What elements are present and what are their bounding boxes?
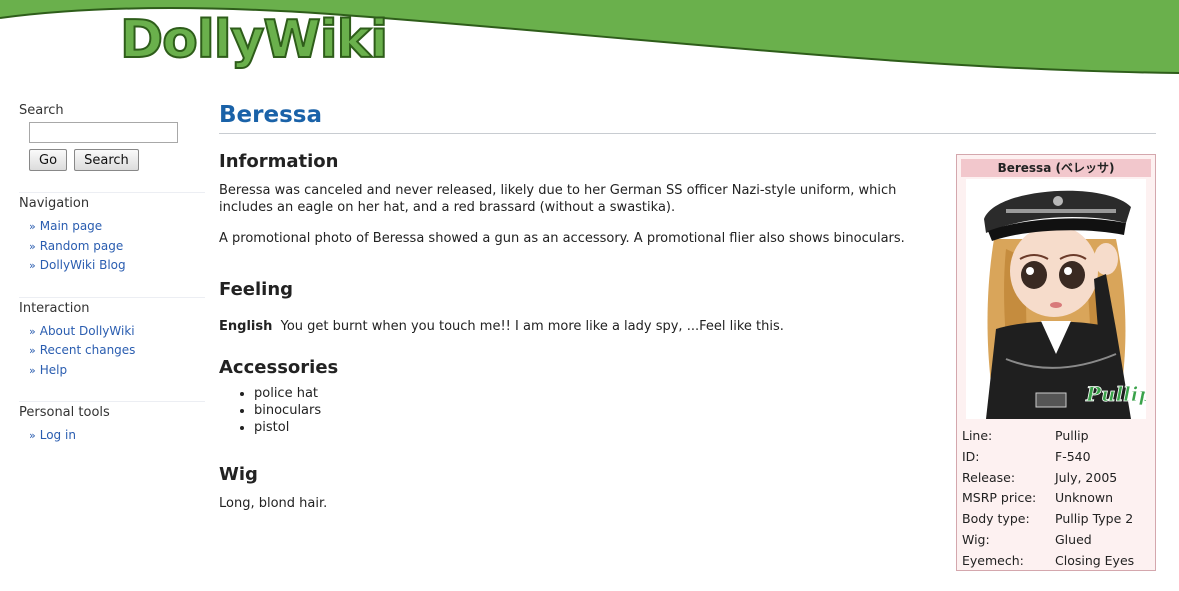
search-input[interactable] — [29, 121, 178, 143]
interaction-list: » About DollyWiki » Recent changes » Help — [29, 322, 205, 381]
page-title: Beressa — [219, 99, 1156, 134]
section-information: Information Beressa was canceled and nev… — [219, 150, 939, 247]
row-key: MSRP price: — [962, 490, 1037, 506]
infobox-title: Beressa (ベレッサ) — [961, 159, 1151, 177]
paragraph: Beressa was canceled and never released,… — [219, 183, 897, 215]
main-content: Beressa Information Beressa was canceled… — [219, 99, 1156, 511]
feeling-line: English You get burnt when you touch me!… — [219, 318, 939, 335]
accessories-list: police hat binoculars pistol — [219, 385, 939, 436]
site-header: DollyWiki — [0, 0, 1179, 80]
navigation-portlet: Navigation » Main page » Random page » Doll… — [19, 192, 205, 276]
feeling-text: You get burnt when you touch me!! I am m… — [280, 319, 784, 334]
nav-item-label[interactable]: About DollyWiki — [40, 324, 135, 338]
nav-item-label[interactable]: DollyWiki Blog — [40, 258, 126, 272]
chevron-right-icon: » — [29, 344, 36, 357]
nav-item-label[interactable]: Main page — [40, 219, 102, 233]
navigation-heading: Navigation — [19, 196, 90, 211]
nav-item-dollywiki-blog[interactable]: » DollyWiki Blog — [29, 256, 205, 276]
nav-item-help[interactable]: » Help — [29, 361, 205, 381]
brand-logo-text: Pullip — [1085, 382, 1146, 406]
row-key: Body type: — [962, 511, 1030, 527]
site-logo[interactable]: DollyWiki — [119, 8, 389, 72]
nav-item-about[interactable]: » About DollyWiki — [29, 322, 205, 342]
row-value: F-540 — [1055, 448, 1091, 464]
personal-tools-list: » Log in — [29, 426, 205, 446]
list-item: pistol — [254, 419, 939, 436]
nav-item-log-in[interactable]: » Log in — [29, 426, 205, 446]
chevron-right-icon: » — [29, 324, 36, 338]
section-accessories: Accessories police hat binoculars pistol — [219, 356, 939, 436]
doll-photo[interactable]: Pullip — [966, 179, 1146, 419]
row-value-link[interactable]: July, 2005 — [1055, 468, 1152, 489]
nav-item-label[interactable]: Help — [40, 363, 67, 377]
row-value-link[interactable]: Pullip Type 2 — [1055, 509, 1152, 530]
nav-item-label[interactable]: Recent changes — [40, 343, 136, 357]
chevron-right-icon: » — [29, 220, 36, 233]
section-heading: Information — [219, 151, 339, 172]
nav-item-recent-changes[interactable]: » Recent changes — [29, 341, 205, 361]
table-row: Body type: Pullip Type 2 — [962, 509, 1152, 530]
search-heading: Search — [19, 103, 64, 118]
sidebar: Search Go Search Navigation » Main page »… — [19, 103, 205, 467]
section-wig: Wig Long, blond hair. — [219, 463, 939, 512]
chevron-right-icon: » — [29, 429, 36, 442]
table-row: Release: July, 2005 — [962, 468, 1152, 489]
personal-tools-portlet: Personal tools » Log in — [19, 401, 205, 446]
go-button[interactable]: Go — [29, 149, 68, 171]
infobox-table: Line: Pullip ID: F-540 Release: July, 20… — [962, 426, 1152, 572]
row-value: Unknown — [1055, 490, 1114, 506]
chevron-right-icon: » — [29, 259, 36, 272]
interaction-heading: Interaction — [19, 300, 90, 316]
personal-tools-heading: Personal tools — [19, 405, 110, 420]
table-row: ID: F-540 — [962, 447, 1152, 468]
infobox: Beressa (ベレッサ) Pullip Line: Pullip ID: F… — [956, 154, 1156, 571]
list-item: police hat — [254, 385, 939, 402]
row-key-link[interactable]: Eyemech: — [962, 551, 1055, 572]
row-key: Release: — [962, 469, 1016, 485]
paragraph: Long, blond hair. — [219, 496, 328, 511]
row-key: Line: — [962, 428, 993, 443]
search-box: Go Search — [19, 119, 205, 171]
paragraph: A promotional photo of Beressa showed a … — [219, 231, 905, 246]
row-key: ID: — [962, 448, 980, 464]
nav-item-main-page[interactable]: » Main page — [29, 217, 205, 237]
search-buttons: Go Search — [29, 149, 205, 171]
table-row: Eyemech: Closing Eyes — [962, 551, 1152, 572]
row-value-link[interactable]: Glued — [1055, 530, 1152, 551]
section-feeling: Feeling English You get burnt when you t… — [219, 278, 939, 335]
list-item: binoculars — [254, 402, 939, 419]
table-row: Line: Pullip — [962, 426, 1152, 447]
nav-item-label[interactable]: Random page — [40, 239, 123, 253]
row-value-link[interactable]: Pullip — [1055, 426, 1152, 447]
feeling-language: English — [219, 319, 273, 334]
table-row: Wig: Glued — [962, 530, 1152, 551]
table-row: MSRP price: Unknown — [962, 488, 1152, 509]
search-portlet: Search Go Search — [19, 103, 205, 171]
nav-item-label[interactable]: Log in — [40, 428, 76, 442]
interaction-portlet: Interaction » About DollyWiki » Recent cha… — [19, 296, 205, 381]
navigation-list: » Main page » Random page » DollyWiki Blog — [29, 217, 205, 276]
nav-item-random-page[interactable]: » Random page — [29, 237, 205, 257]
section-heading: Wig — [219, 464, 258, 485]
section-heading: Feeling — [219, 279, 294, 300]
row-value-link[interactable]: Closing Eyes — [1055, 551, 1152, 572]
search-button[interactable]: Search — [74, 149, 139, 171]
row-key-link[interactable]: Wig: — [962, 530, 1055, 551]
chevron-right-icon: » — [29, 239, 36, 253]
chevron-right-icon: » — [29, 363, 36, 377]
doll-image-icon: Pullip — [966, 179, 1146, 419]
section-heading: Accessories — [219, 357, 339, 378]
